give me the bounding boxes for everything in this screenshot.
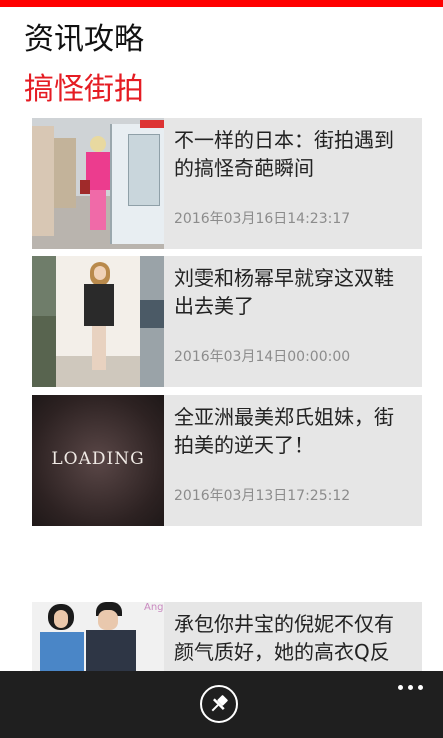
thumbnail-person-face [54, 610, 68, 628]
article-title: 刘雯和杨幂早就穿这双鞋出去美了 [174, 266, 394, 318]
app-bar [0, 671, 443, 738]
thumbnail-person-face [94, 266, 106, 280]
thumbnail-car [140, 300, 164, 328]
thumbnail-person-legs [92, 326, 106, 370]
article-thumbnail [32, 256, 164, 387]
thumbnail-wall [32, 316, 56, 387]
article-thumbnail-loading: LOADING [32, 395, 164, 526]
more-icon [398, 685, 403, 690]
pin-icon [211, 695, 228, 712]
more-button[interactable] [394, 677, 428, 697]
more-icon [418, 685, 423, 690]
article-date: 2016年03月14日00:00:00 [174, 349, 351, 365]
thumbnail-person-head [90, 136, 106, 152]
article-title: 不一样的日本：街拍遇到的搞怪奇葩瞬间 [174, 128, 394, 180]
thumbnail-person-suit [86, 630, 136, 677]
article-title: 全亚洲最美郑氏姐妹，街拍美的逆天了！ [174, 405, 394, 457]
article-item[interactable]: 不一样的日本：街拍遇到的搞怪奇葩瞬间 2016年03月16日14:23:17 [32, 118, 422, 249]
thumbnail-fridge-door [128, 134, 160, 206]
thumbnail-person-coat [84, 284, 114, 326]
thumbnail-person-face [98, 610, 118, 630]
loading-text: LOADING [51, 449, 145, 469]
more-icon [408, 685, 413, 690]
thumbnail-person-legs [90, 190, 106, 230]
thumbnail-shelf [32, 126, 54, 236]
pin-button[interactable] [200, 685, 238, 723]
article-date: 2016年03月16日14:23:17 [174, 211, 351, 227]
top-accent-bar [0, 0, 443, 7]
thumbnail-bag [80, 180, 90, 194]
app-title: 资讯攻略 [24, 22, 144, 57]
article-title: 承包你井宝的倪妮不仅有颜气质好，她的高衣Q反 [174, 612, 394, 664]
article-thumbnail [32, 118, 164, 249]
article-item[interactable]: 刘雯和杨幂早就穿这双鞋出去美了 2016年03月14日00:00:00 [32, 256, 422, 387]
thumbnail-background-text: Ang [144, 602, 164, 613]
thumbnail-sign [140, 120, 164, 128]
article-date: 2016年03月13日17:25:12 [174, 488, 351, 504]
article-item[interactable]: LOADING 全亚洲最美郑氏姐妹，街拍美的逆天了！ 2016年03月13日17… [32, 395, 422, 526]
thumbnail-shelf [54, 138, 76, 208]
section-title[interactable]: 搞怪街拍 [24, 70, 144, 110]
